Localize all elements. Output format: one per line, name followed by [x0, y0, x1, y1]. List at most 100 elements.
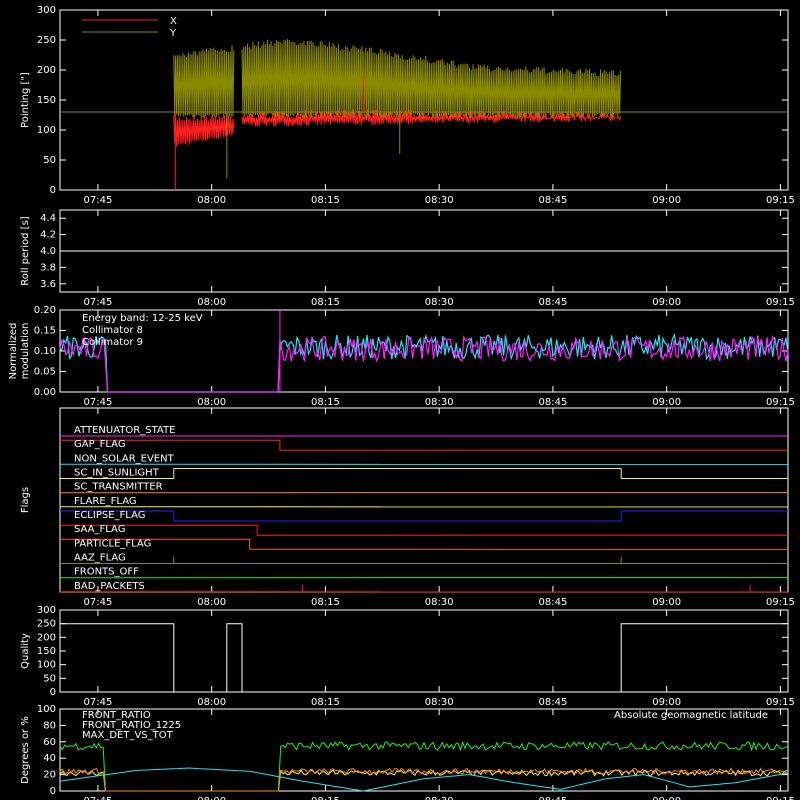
flag-label: PARTICLE_FLAG: [74, 538, 151, 549]
energy-band-annotation: Energy band: 12-25 keV: [82, 313, 203, 324]
ratio-line: [59, 769, 789, 792]
y-tick-label: 60: [43, 737, 56, 748]
series-x-line: [173, 113, 235, 147]
x-tick-label: 08:30: [425, 195, 454, 206]
y-tick-label: 3.6: [40, 279, 56, 290]
series-y-line: [173, 45, 235, 118]
y-tick-label: 40: [43, 753, 56, 764]
y-tick-label: 4.4: [40, 213, 56, 224]
x-tick-label: 08:00: [197, 297, 226, 308]
x-tick-label: 09:15: [766, 697, 795, 708]
y-tick-label: 200: [37, 632, 56, 643]
ratio-line: [59, 767, 789, 792]
x-tick-label: 09:15: [766, 597, 795, 608]
x-tick-label: 08:30: [425, 297, 454, 308]
y-tick-label: 4.2: [40, 230, 56, 241]
x-tick-label: 08:30: [425, 697, 454, 708]
flag-line: [60, 468, 788, 479]
y-tick-label: 100: [37, 660, 56, 671]
y-axis-label: Roll period [s]: [20, 216, 31, 285]
x-tick-label: 09:15: [766, 397, 795, 408]
figure: 07:45 08:00 08:15 08:30 08:45 09:00 09:15 Point…: [8, 5, 795, 800]
x-tick-label: 07:45: [84, 697, 113, 708]
flag-label: FLARE_FLAG: [74, 496, 137, 507]
x-tick-label: 08:30: [425, 397, 454, 408]
x-tick-label: 09:00: [652, 397, 681, 408]
geomagnetic-latitude-label: Absolute geomagnetic latitude: [614, 710, 768, 721]
y-tick-label: 150: [37, 646, 56, 657]
x-tick-label: 08:45: [539, 397, 568, 408]
y-tick-label: 0: [50, 786, 56, 797]
y-tick-label: 0: [50, 185, 56, 196]
flag-line: [60, 538, 789, 550]
y-axis-label: Flags: [20, 487, 31, 513]
series-y-line: [241, 39, 622, 119]
y-axis-label: Quality: [20, 633, 31, 669]
x-tick-label: 08:00: [197, 597, 226, 608]
y-tick-label: 100: [37, 125, 56, 136]
y-tick-label: 0: [50, 687, 56, 698]
y-tick-label: 250: [37, 619, 56, 630]
flag-line: [60, 510, 788, 522]
flag-line: [60, 524, 789, 536]
x-tick-label: 08:15: [311, 397, 340, 408]
y-tick-label: 0.05: [34, 367, 56, 378]
x-tick-label: 07:45: [84, 796, 113, 800]
x-tick-label: 09:15: [766, 796, 795, 800]
x-tick-label: 07:45: [84, 597, 113, 608]
flag-label: FRONTS_OFF: [74, 567, 139, 578]
x-tick-label: 08:00: [197, 697, 226, 708]
y-axis-label: Pointing ["]: [20, 72, 31, 128]
y-tick-label: 100: [37, 704, 56, 715]
x-tick-label: 09:00: [652, 597, 681, 608]
y-tick-label: 50: [43, 673, 56, 684]
x-tick-label: 09:15: [766, 297, 795, 308]
flag-label: AAZ_FLAG: [74, 553, 126, 564]
x-tick-label: 09:00: [652, 297, 681, 308]
flag-label: NON_SOLAR_EVENT: [74, 453, 175, 464]
x-tick-label: 08:45: [539, 297, 568, 308]
y-tick-label: 50: [43, 155, 56, 166]
flag-label: ATTENUATOR_STATE: [74, 425, 175, 436]
series-collimator-9-line: [59, 335, 789, 393]
y-tick-label: 150: [37, 95, 56, 106]
y-tick-label: 0.15: [34, 326, 56, 337]
x-tick-label: 08:30: [425, 796, 454, 800]
flag-label: BAD_PACKETS: [74, 581, 145, 592]
x-tick-label: 08:30: [425, 597, 454, 608]
y-tick-label: 4.0: [40, 246, 56, 257]
x-tick-label: 08:15: [311, 195, 340, 206]
y-tick-label: 0.20: [34, 305, 56, 316]
x-tick-label: 08:45: [539, 195, 568, 206]
flag-label: SAA_FLAG: [74, 524, 125, 535]
flag-label: ECLIPSE_FLAG: [74, 510, 145, 521]
x-tick-label: 08:15: [311, 597, 340, 608]
y-tick-label: 0.10: [34, 346, 56, 357]
x-tick-label: 09:00: [652, 195, 681, 206]
flag-label: SC_IN_SUNLIGHT: [74, 468, 160, 479]
flag-label: SC_TRANSMITTER: [74, 482, 163, 493]
x-tick-label: 09:00: [652, 697, 681, 708]
legend-label: Collimator 9: [82, 337, 143, 348]
legend-label: Collimator 8: [82, 325, 143, 336]
y-tick-label: 300: [37, 5, 56, 16]
x-tick-label: 07:45: [84, 397, 113, 408]
x-tick-label: 07:45: [84, 297, 113, 308]
x-tick-label: 08:45: [539, 597, 568, 608]
x-tick-label: 08:45: [539, 697, 568, 708]
y-tick-label: 200: [37, 65, 56, 76]
legend-label: MAX_DET_VS_TOT: [82, 730, 174, 741]
quality-line: [60, 623, 788, 693]
flag-line: [60, 439, 789, 451]
y-axis-label: modulation: [20, 323, 31, 380]
x-tick-label: 08:00: [197, 195, 226, 206]
x-tick-label: 08:45: [539, 796, 568, 800]
legend-label: X: [170, 16, 177, 27]
y-axis-label: Degrees or %: [20, 716, 31, 784]
x-tick-label: 07:45: [84, 195, 113, 206]
y-tick-label: 80: [43, 720, 56, 731]
y-tick-label: 20: [43, 770, 56, 781]
x-tick-label: 08:15: [311, 697, 340, 708]
legend-label: Y: [169, 28, 177, 39]
x-tick-label: 09:15: [766, 195, 795, 206]
